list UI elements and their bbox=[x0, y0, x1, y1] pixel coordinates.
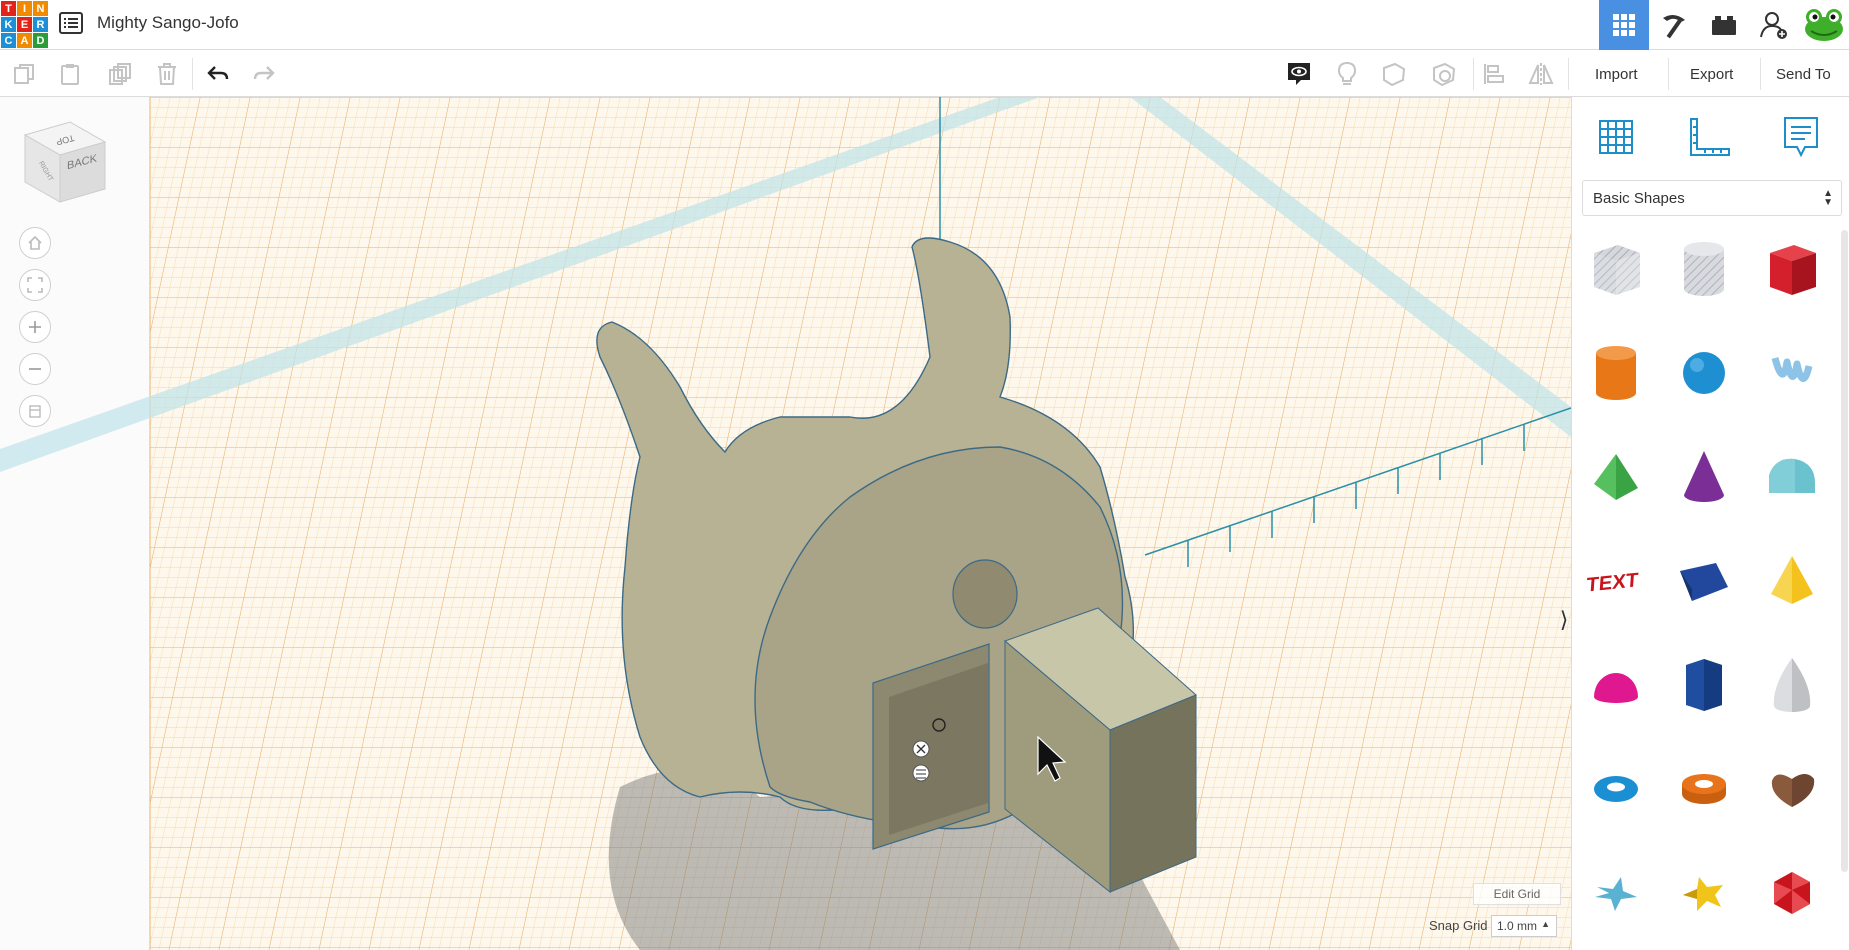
shape-icon[interactable] bbox=[1380, 60, 1408, 88]
bricks-icon[interactable] bbox=[1699, 0, 1749, 50]
redo-icon[interactable] bbox=[250, 60, 278, 88]
light-icon[interactable] bbox=[1333, 60, 1361, 88]
paste-icon[interactable] bbox=[56, 60, 84, 88]
shape-tube[interactable] bbox=[1669, 754, 1739, 824]
ruler-icon[interactable] bbox=[1687, 115, 1731, 159]
snap-grid-value: 1.0 mm bbox=[1497, 919, 1538, 933]
shape-cone[interactable] bbox=[1669, 442, 1739, 512]
frog-avatar-icon[interactable] bbox=[1802, 3, 1846, 47]
panel-tabs bbox=[1572, 97, 1849, 173]
mirror-icon[interactable] bbox=[1527, 60, 1555, 88]
snap-grid-select[interactable]: 1.0 mm ▲ bbox=[1491, 915, 1557, 937]
shape-pyramid[interactable] bbox=[1757, 546, 1827, 616]
logo-letter: C bbox=[1, 33, 16, 48]
logo-letter: N bbox=[33, 1, 48, 16]
copy-icon[interactable] bbox=[10, 60, 38, 88]
svg-text:TEXT: TEXT bbox=[1586, 569, 1640, 596]
shape-paraboloid[interactable] bbox=[1757, 650, 1827, 720]
logo-letter: D bbox=[33, 33, 48, 48]
caret-up-icon: ▲ bbox=[1541, 919, 1550, 929]
hole-icon[interactable] bbox=[1430, 60, 1458, 88]
shape-wedge[interactable] bbox=[1669, 546, 1739, 616]
shape-scribble[interactable] bbox=[1757, 338, 1827, 408]
shape-cylinder[interactable] bbox=[1581, 338, 1651, 408]
align-icon[interactable] bbox=[1480, 60, 1508, 88]
shape-sphere[interactable] bbox=[1669, 338, 1739, 408]
logo-letter: K bbox=[1, 17, 16, 32]
shape-category-label: Basic Shapes bbox=[1593, 189, 1685, 207]
add-user-icon[interactable] bbox=[1749, 0, 1799, 50]
edit-toolbar: Import Export Send To bbox=[0, 50, 1849, 97]
logo-letter: R bbox=[33, 17, 48, 32]
delete-icon[interactable] bbox=[153, 60, 181, 88]
home-view-icon[interactable] bbox=[19, 227, 51, 259]
project-title[interactable]: Mighty Sango-Jofo bbox=[97, 13, 239, 33]
shape-round-roof[interactable] bbox=[1757, 442, 1827, 512]
notes-icon[interactable] bbox=[1283, 58, 1315, 90]
shape-roof[interactable] bbox=[1581, 442, 1651, 512]
zoom-in-icon[interactable] bbox=[19, 311, 51, 343]
grid-view-icon[interactable] bbox=[1599, 0, 1649, 50]
select-caret-icon: ▲ ▼ bbox=[1823, 188, 1833, 208]
top-right-nav bbox=[1599, 0, 1849, 50]
shapes-panel: Basic Shapes ▲ ▼ TEXT bbox=[1571, 97, 1849, 950]
shape-box[interactable] bbox=[1757, 234, 1827, 304]
edit-grid-button[interactable]: Edit Grid bbox=[1473, 883, 1561, 905]
shape-heart[interactable] bbox=[1757, 754, 1827, 824]
duplicate-icon[interactable] bbox=[106, 60, 134, 88]
view-cube[interactable]: TOP BACK RIGHT bbox=[20, 117, 110, 212]
shape-icosahedron[interactable] bbox=[1757, 858, 1827, 928]
logo-letter: E bbox=[17, 17, 32, 32]
shape-star[interactable] bbox=[1581, 858, 1651, 928]
shape-polygon[interactable] bbox=[1669, 650, 1739, 720]
send-to-button[interactable]: Send To bbox=[1764, 60, 1843, 88]
notes-panel-icon[interactable] bbox=[1779, 115, 1823, 159]
scene-canvas[interactable] bbox=[0, 97, 1571, 950]
fit-view-icon[interactable] bbox=[19, 269, 51, 301]
shape-text[interactable]: TEXT bbox=[1581, 546, 1651, 616]
pickaxe-icon[interactable] bbox=[1649, 0, 1699, 50]
shape-star-six[interactable] bbox=[1669, 858, 1739, 928]
shape-half-sphere[interactable] bbox=[1581, 650, 1651, 720]
perspective-icon[interactable] bbox=[19, 395, 51, 427]
workplane-grid-icon[interactable] bbox=[1594, 115, 1638, 159]
shape-torus[interactable] bbox=[1581, 754, 1651, 824]
workplane-viewport[interactable]: TOP BACK RIGHT ⟩ Edit Grid Snap Grid 1.0… bbox=[0, 97, 1571, 950]
zoom-out-icon[interactable] bbox=[19, 353, 51, 385]
collapse-panel-icon[interactable]: ⟩ bbox=[1557, 602, 1571, 638]
top-bar: TIN KER CAD Mighty Sango-Jofo bbox=[0, 0, 1849, 50]
shape-cylinder-hole[interactable] bbox=[1669, 234, 1739, 304]
panel-scrollbar[interactable] bbox=[1841, 230, 1848, 872]
logo-letter: A bbox=[17, 33, 32, 48]
export-button[interactable]: Export bbox=[1678, 60, 1745, 88]
logo-letter: T bbox=[1, 1, 16, 16]
tinkercad-logo[interactable]: TIN KER CAD bbox=[0, 0, 48, 48]
undo-icon[interactable] bbox=[204, 60, 232, 88]
logo-letter: I bbox=[17, 1, 32, 16]
design-list-icon[interactable] bbox=[59, 12, 83, 34]
import-button[interactable]: Import bbox=[1583, 60, 1650, 88]
shape-box-hole[interactable] bbox=[1581, 234, 1651, 304]
snap-grid-label: Snap Grid bbox=[1429, 918, 1488, 933]
shape-category-select[interactable]: Basic Shapes ▲ ▼ bbox=[1582, 180, 1842, 216]
